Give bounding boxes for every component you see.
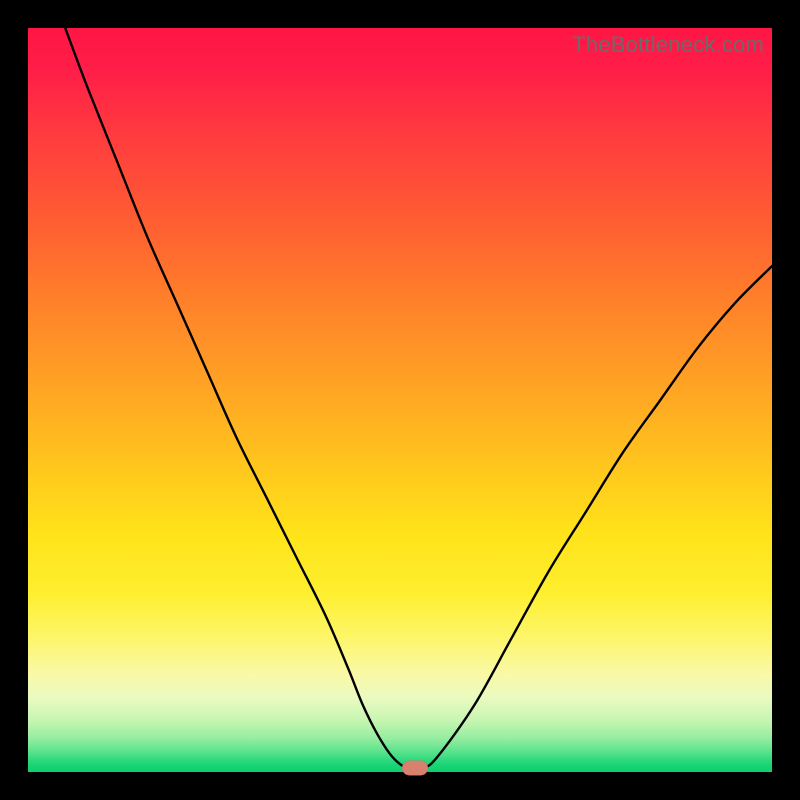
bottleneck-curve — [28, 28, 772, 772]
plot-area: TheBottleneck.com — [28, 28, 772, 772]
chart-frame: TheBottleneck.com — [0, 0, 800, 800]
watermark-text: TheBottleneck.com — [572, 32, 764, 58]
optimal-marker — [402, 761, 428, 776]
